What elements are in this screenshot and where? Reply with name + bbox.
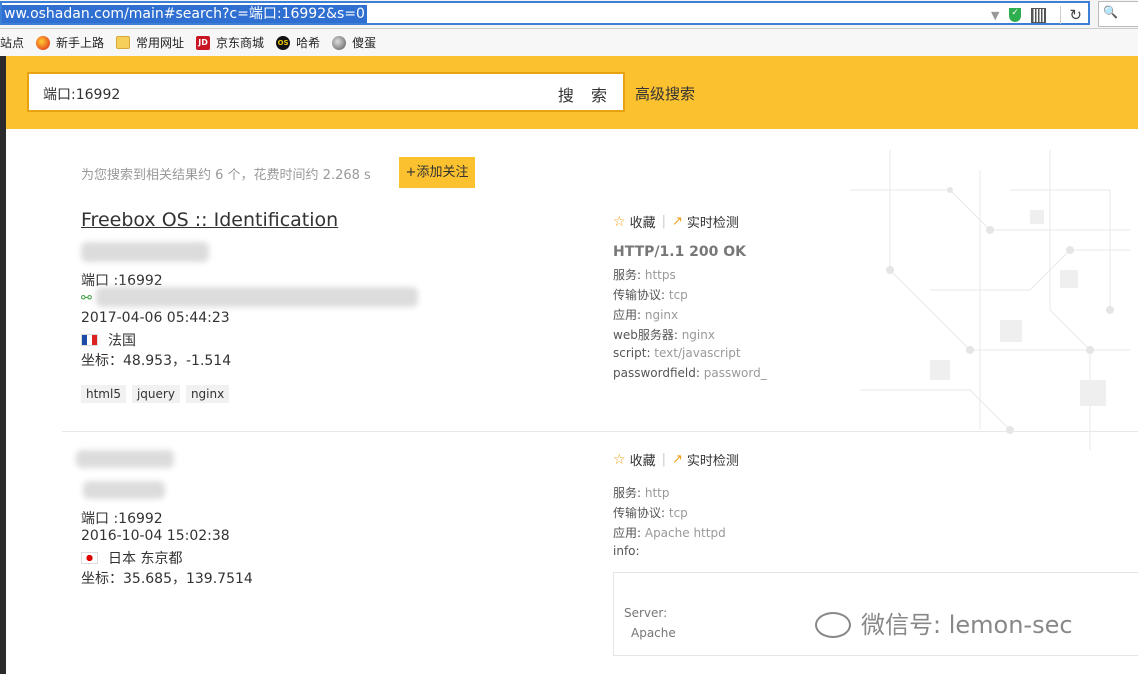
result-location: 日本 东京都	[81, 548, 182, 568]
background-pattern	[850, 150, 1130, 450]
address-bar: ww.oshadan.com/main#search?c=端口:16992&s=…	[0, 0, 1138, 29]
result-coords: 坐标：35.685，139.7514	[81, 571, 253, 587]
result-title-link[interactable]: Freebox OS :: Identification	[81, 209, 338, 231]
bookmark-sites[interactable]: 站点	[0, 34, 24, 51]
divider: |	[661, 452, 666, 467]
search-icon: 🔍	[1103, 5, 1118, 19]
firefox-icon	[36, 35, 51, 50]
result-actions: ☆ 收藏 | ↗ 实时检测	[613, 212, 739, 232]
redacted-ip	[81, 242, 209, 262]
redacted-ip	[83, 481, 165, 499]
qr-code-icon[interactable]	[1031, 7, 1047, 23]
result-summary: 为您搜索到相关结果约 6 个，花费时间约 2.268 s	[81, 168, 371, 183]
info-field: 服务: https	[613, 268, 676, 282]
result-port: 端口 :16992	[81, 511, 163, 527]
redacted-title	[76, 450, 174, 468]
url-field[interactable]: ww.oshadan.com/main#search?c=端口:16992&s=…	[0, 1, 1090, 25]
star-icon: ☆	[613, 213, 626, 230]
browser-search-box[interactable]: 🔍	[1098, 1, 1138, 27]
globe-icon	[332, 35, 347, 50]
info-field: 传输协议: tcp	[613, 506, 688, 520]
advanced-search-link[interactable]: 高级搜索	[635, 83, 695, 104]
url-text[interactable]: ww.oshadan.com/main#search?c=端口:16992&s=…	[2, 5, 367, 23]
watermark: 微信号: lemon-sec	[815, 605, 1073, 640]
bookmark-common-sites[interactable]: 常用网址	[116, 34, 184, 51]
add-follow-button[interactable]: +添加关注	[399, 157, 475, 188]
external-link-icon: ↗	[671, 452, 683, 467]
bookmark-label: 新手上路	[56, 36, 105, 50]
tag-html5[interactable]: html5	[81, 385, 126, 403]
result-coords: 坐标：48.953，-1.514	[81, 353, 232, 369]
france-flag-icon	[81, 334, 98, 346]
bookmark-beginner[interactable]: 新手上路	[36, 34, 104, 51]
bookmark-label: 常用网址	[136, 36, 185, 50]
info-field: 应用: nginx	[613, 308, 679, 322]
bookmark-jd[interactable]: JD 京东商城	[196, 34, 264, 51]
result-actions: ☆ 收藏 | ↗ 实时检测	[613, 450, 739, 470]
info-field: 应用: Apache httpd	[613, 526, 726, 540]
realtime-check-button[interactable]: 实时检测	[687, 450, 739, 469]
result-tags: html5 jquery nginx	[81, 385, 230, 403]
bookmark-label: 哈希	[296, 36, 321, 50]
url-icons: ▼ ↻	[991, 6, 1082, 24]
bookmark-shadan[interactable]: 傻蛋	[332, 34, 376, 51]
info-field: 服务: http	[613, 486, 670, 500]
search-header: 端口:16992 搜 索 高级搜索	[6, 56, 1138, 129]
country-label: 法国	[108, 333, 136, 349]
result-divider	[62, 431, 1138, 432]
window-edge	[0, 56, 6, 674]
tag-nginx[interactable]: nginx	[185, 385, 230, 403]
result-date: 2017-04-06 05:44:23	[81, 310, 230, 326]
bookmarks-bar: 站点 新手上路 常用网址 JD 京东商城 OS 哈希 傻蛋	[0, 29, 1138, 57]
tag-jquery[interactable]: jquery	[131, 385, 180, 403]
bookmark-label: 傻蛋	[352, 36, 377, 50]
info-field: web服务器: nginx	[613, 328, 715, 342]
info-field: info:	[613, 544, 640, 558]
divider: |	[661, 214, 666, 229]
favorite-button[interactable]: 收藏	[630, 212, 656, 231]
search-box[interactable]: 端口:16992 搜 索	[27, 72, 625, 112]
bookmark-hash[interactable]: OS 哈希	[276, 34, 320, 51]
shield-icon[interactable]	[1009, 8, 1022, 22]
folder-icon	[116, 36, 131, 49]
info-field: passwordfield: password_	[613, 366, 767, 380]
bookmark-label: 站点	[0, 36, 25, 50]
external-link-icon: ↗	[671, 214, 683, 229]
search-input[interactable]: 端口:16992	[43, 84, 120, 104]
dropdown-arrow-icon[interactable]: ▼	[991, 9, 999, 22]
favorite-button[interactable]: 收藏	[630, 450, 656, 469]
http-status: HTTP/1.1 200 OK	[613, 244, 747, 260]
japan-flag-icon	[81, 552, 98, 564]
os-icon: OS	[276, 35, 291, 50]
bookmark-label: 京东商城	[216, 36, 265, 50]
info-box-line: Apache	[631, 626, 676, 640]
jd-icon: JD	[196, 35, 211, 50]
info-box-line: Server:	[624, 606, 668, 620]
watermark-text: 微信号: lemon-sec	[861, 611, 1073, 639]
link-icon[interactable]: ⚯	[81, 291, 92, 306]
result-location: 法国	[81, 330, 136, 350]
star-icon: ☆	[613, 451, 626, 468]
refresh-icon[interactable]: ↻	[1060, 6, 1082, 24]
search-button[interactable]: 搜 索	[558, 82, 613, 106]
country-label: 日本 东京都	[108, 551, 183, 567]
redacted-url	[96, 287, 418, 307]
info-field: 传输协议: tcp	[613, 288, 688, 302]
wechat-icon	[815, 612, 851, 638]
result-date: 2016-10-04 15:02:38	[81, 528, 230, 544]
realtime-check-button[interactable]: 实时检测	[687, 212, 739, 231]
info-field: script: text/javascript	[613, 346, 741, 360]
